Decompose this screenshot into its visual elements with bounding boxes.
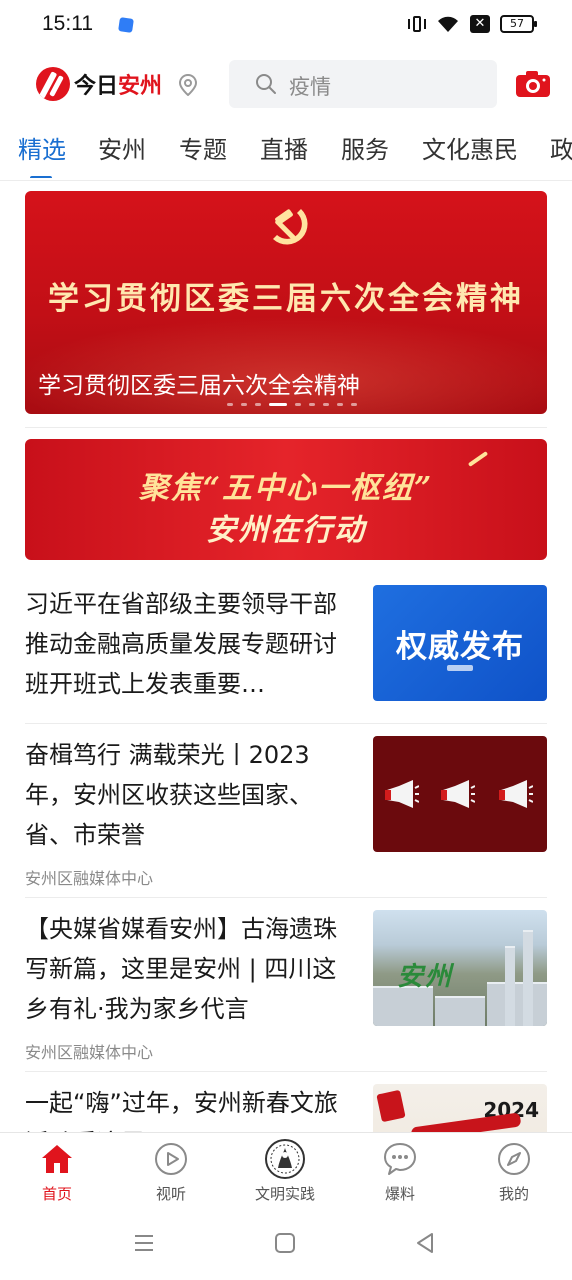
home-square-icon[interactable] xyxy=(274,1232,296,1258)
status-indicators: ✕ 57 xyxy=(408,14,537,34)
carousel-dot[interactable] xyxy=(295,403,301,406)
status-bar: 15:11 ✕ 57 xyxy=(0,0,572,52)
vibrate-icon xyxy=(408,14,426,34)
divider xyxy=(25,427,547,428)
news-thumbnail: 安州 xyxy=(373,910,547,1026)
nav-label: 文明实践 xyxy=(254,1185,315,1203)
search-placeholder: 疫情 xyxy=(289,75,331,99)
news-title: 习近平在省部级主要领导干部推动金融高质量发展专题研讨班开班式上发表重要… xyxy=(25,590,337,698)
battery-icon: 57 xyxy=(500,15,537,33)
tab-topics[interactable]: 专题 xyxy=(179,130,227,165)
news-item[interactable]: 【央媒省媒看安州】古海遗珠写新篇，这里是安州 | 四川这乡有礼·我为家乡代言 安… xyxy=(0,909,572,1062)
carousel-dot[interactable] xyxy=(241,403,247,406)
megaphone-icon xyxy=(383,780,420,814)
nav-home[interactable]: 首页 xyxy=(2,1139,112,1204)
carousel-dot[interactable] xyxy=(227,403,233,406)
nav-mine[interactable]: 我的 xyxy=(459,1139,569,1204)
carousel-dot[interactable] xyxy=(309,403,315,406)
nav-video[interactable]: 视听 xyxy=(116,1139,226,1204)
nav-label: 爆料 xyxy=(384,1185,415,1203)
news-title: 【央媒省媒看安州】古海遗珠写新篇，这里是安州 | 四川这乡有礼·我为家乡代言 xyxy=(25,915,337,1023)
search-input[interactable]: 疫情 xyxy=(229,60,497,108)
carousel-dots xyxy=(227,403,357,406)
thumbnail-text: 权威发布 xyxy=(396,629,524,665)
wifi-icon xyxy=(436,15,460,33)
carousel-dot[interactable] xyxy=(269,403,287,406)
news-item[interactable]: 一起“嗨”过年，安州新春文旅活动看这里 2024 xyxy=(0,1083,572,1133)
tab-live[interactable]: 直播 xyxy=(260,130,308,165)
carousel-dot[interactable] xyxy=(337,403,343,406)
divider xyxy=(25,1071,547,1072)
carousel-dot[interactable] xyxy=(323,403,329,406)
search-icon xyxy=(255,73,277,99)
news-thumbnail xyxy=(373,736,547,852)
tab-politics[interactable]: 政 xyxy=(550,130,572,165)
tabs-divider xyxy=(0,180,572,181)
news-item[interactable]: 奋楫笃行 满载荣光丨2023年，安州区收获这些国家、省、市荣誉 安州区融媒体中心 xyxy=(0,735,572,888)
news-title: 奋楫笃行 满载荣光丨2023年，安州区收获这些国家、省、市荣誉 xyxy=(25,741,313,849)
nav-civilization[interactable]: 文明实践 xyxy=(230,1139,340,1204)
nav-label: 首页 xyxy=(41,1185,72,1203)
news-thumbnail: 权威发布 xyxy=(373,585,547,701)
news-source: 安州区融媒体中心 xyxy=(25,1043,154,1062)
tab-services[interactable]: 服务 xyxy=(341,130,389,165)
location-pin-icon[interactable] xyxy=(178,73,198,100)
camera-icon[interactable] xyxy=(515,70,551,102)
news-item[interactable]: 习近平在省部级主要领导干部推动金融高质量发展专题研讨班开班式上发表重要… 权威发… xyxy=(0,584,572,712)
promo-line1: 聚焦“五中心一枢纽” xyxy=(138,471,434,506)
app-header: 今日安州 疫情 xyxy=(0,58,572,110)
banner-headline: 学习贯彻区委三届六次全会精神 xyxy=(48,281,524,317)
app-logo[interactable]: 今日安州 xyxy=(36,67,162,101)
carousel-banner[interactable]: 学习贯彻区委三届六次全会精神 学习贯彻区委三届六次全会精神 xyxy=(25,191,547,414)
megaphone-icon xyxy=(439,780,476,814)
news-source: 安州区融媒体中心 xyxy=(25,869,154,888)
status-time: 15:11 xyxy=(42,12,93,35)
promo-banner[interactable]: 聚焦“五中心一枢纽” 安州在行动 xyxy=(25,439,547,560)
tab-anzhou[interactable]: 安州 xyxy=(98,130,146,165)
no-sim-icon: ✕ xyxy=(470,15,490,33)
menu-icon[interactable] xyxy=(133,1232,155,1258)
tab-culture[interactable]: 文化惠民 xyxy=(422,130,518,165)
banner-caption: 学习贯彻区委三届六次全会精神 xyxy=(38,373,360,399)
carousel-dot[interactable] xyxy=(255,403,261,406)
logo-icon xyxy=(36,67,70,101)
divider xyxy=(25,723,547,724)
nav-tips[interactable]: 爆料 xyxy=(345,1139,455,1204)
chat-icon xyxy=(345,1139,455,1179)
aerial-caption-art: 安州 xyxy=(397,962,454,992)
emblem-icon xyxy=(230,1139,340,1179)
notification-app-icon xyxy=(118,17,134,33)
nav-label: 视听 xyxy=(155,1185,186,1203)
active-tab-indicator xyxy=(30,176,52,178)
play-icon xyxy=(116,1139,226,1179)
nav-label: 我的 xyxy=(498,1185,529,1203)
carousel-dot[interactable] xyxy=(351,403,357,406)
news-thumbnail: 2024 xyxy=(373,1084,547,1133)
party-emblem-icon xyxy=(261,199,313,255)
home-icon xyxy=(2,1139,112,1179)
divider xyxy=(25,897,547,898)
news-title: 一起“嗨”过年，安州新春文旅活动看这里 xyxy=(25,1089,338,1133)
tab-selected[interactable]: 精选 xyxy=(18,130,66,165)
bottom-nav: 首页 视听 文明实践 爆料 我的 xyxy=(0,1132,572,1212)
channel-tabs: 精选 安州 专题 直播 服务 文化惠民 政 xyxy=(0,130,572,178)
megaphone-icon xyxy=(497,780,534,814)
promo-line2: 安州在行动 xyxy=(206,513,366,548)
system-nav-bar xyxy=(0,1212,572,1280)
logo-text: 今日安州 xyxy=(74,74,163,99)
compass-icon xyxy=(459,1139,569,1179)
back-icon[interactable] xyxy=(414,1232,436,1258)
